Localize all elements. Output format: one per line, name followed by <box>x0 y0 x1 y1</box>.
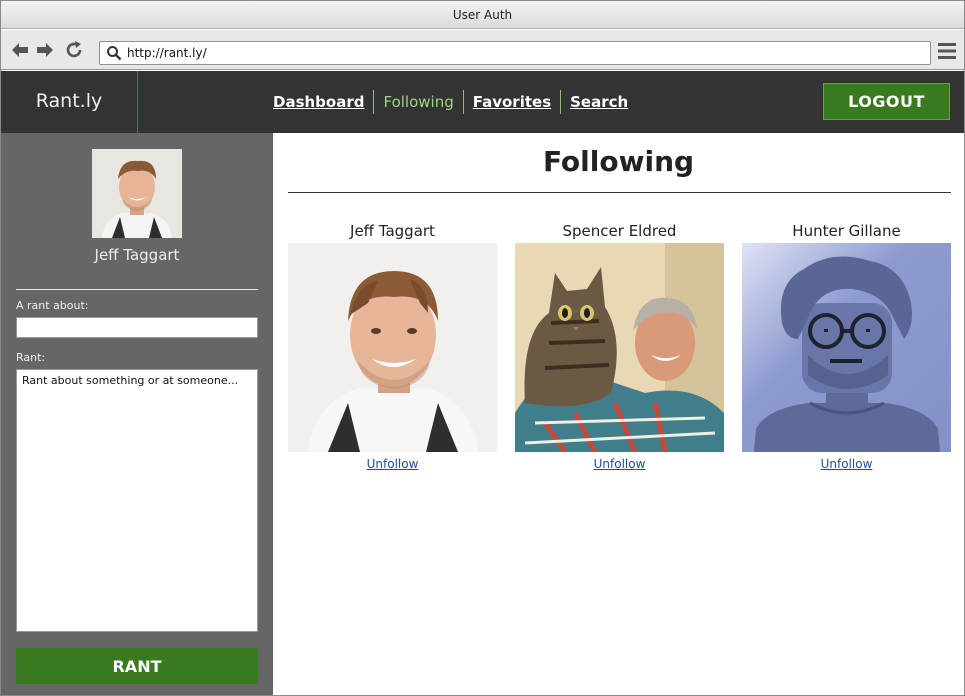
nav-link-dashboard[interactable]: Dashboard <box>271 91 373 113</box>
rant-about-input[interactable] <box>16 317 258 338</box>
following-card: Jeff Taggart Unfollow <box>288 221 497 471</box>
page-title: Following <box>542 145 695 178</box>
nav-link-following[interactable]: Following <box>374 91 462 113</box>
following-card: Hunter Gillane Unfollow <box>742 221 951 471</box>
nav-link-search[interactable]: Search <box>561 91 637 113</box>
following-card: Spencer Eldred Unfollow <box>515 221 724 471</box>
unfollow-link[interactable]: Unfollow <box>515 457 724 471</box>
reload-icon[interactable] <box>63 39 85 61</box>
unfollow-link[interactable]: Unfollow <box>742 457 951 471</box>
hamburger-menu-icon[interactable] <box>937 42 957 60</box>
user-avatar[interactable] <box>92 149 182 238</box>
brand-logo[interactable]: Rant.ly <box>1 71 138 133</box>
rant-about-label: A rant about: <box>16 299 89 312</box>
title-divider <box>288 192 951 193</box>
window-title: User Auth <box>1 1 964 29</box>
nav-link-favorites[interactable]: Favorites <box>464 91 560 113</box>
following-name: Spencer Eldred <box>562 222 677 240</box>
forward-arrow-icon[interactable] <box>34 39 56 61</box>
app-header: Rant.ly Dashboard Following Favorites Se… <box>1 71 964 133</box>
logout-button[interactable]: LOGOUT <box>823 83 950 120</box>
browser-toolbar: http://rant.ly/ <box>1 30 964 70</box>
following-photo[interactable] <box>288 243 497 452</box>
sidebar: Jeff Taggart A rant about: Rant: Rant ab… <box>1 133 273 695</box>
user-name: Jeff Taggart <box>94 246 180 264</box>
browser-window: User Auth http://rant.ly/ Rant.ly Dashbo… <box>0 0 965 696</box>
following-photo[interactable] <box>742 243 951 452</box>
following-name: Jeff Taggart <box>350 222 435 240</box>
main-nav: Dashboard Following Favorites Search <box>271 89 637 115</box>
rant-label: Rant: <box>16 351 46 364</box>
rant-textarea[interactable]: Rant about something or at someone... <box>16 369 258 632</box>
address-bar[interactable]: http://rant.ly/ <box>99 41 931 65</box>
search-icon <box>107 46 122 61</box>
unfollow-link[interactable]: Unfollow <box>288 457 497 471</box>
following-photo[interactable] <box>515 243 724 454</box>
following-name: Hunter Gillane <box>792 222 901 240</box>
rant-button[interactable]: RANT <box>16 648 258 684</box>
back-arrow-icon[interactable] <box>9 39 31 61</box>
sidebar-divider <box>16 289 258 290</box>
url-text: http://rant.ly/ <box>127 46 207 60</box>
main-content: Following Jeff Taggart Unfollow Spencer … <box>273 133 964 695</box>
